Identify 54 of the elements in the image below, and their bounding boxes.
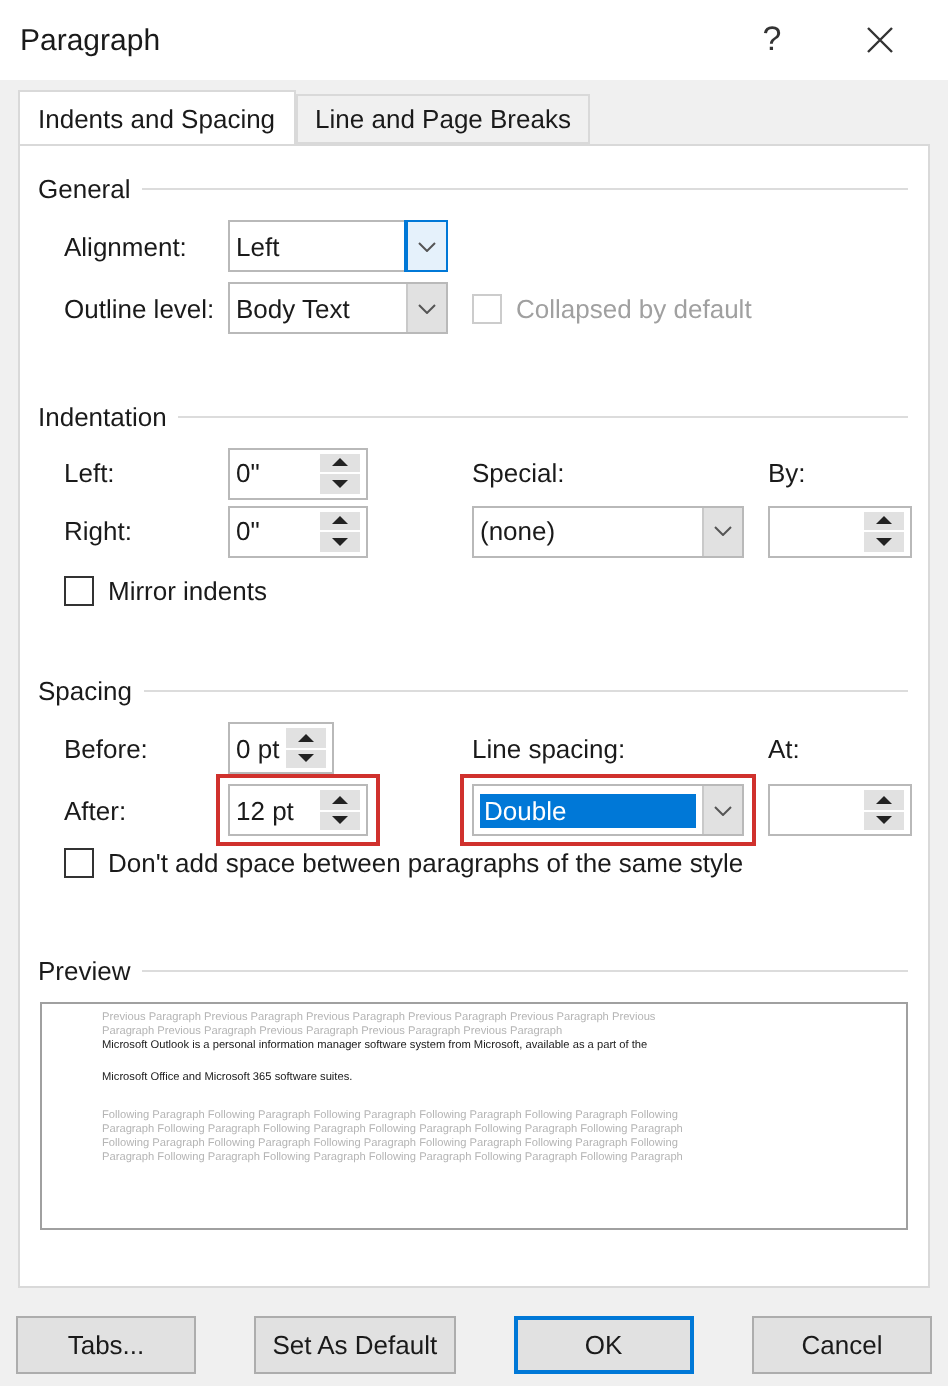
dialog-button[interactable]: Tabs... bbox=[16, 1316, 196, 1374]
section-title: General bbox=[38, 174, 131, 204]
tab[interactable]: Indents and Spacing bbox=[18, 90, 296, 144]
chevron-down-icon bbox=[418, 303, 436, 313]
field-label: At: bbox=[768, 733, 802, 763]
checkbox[interactable] bbox=[64, 847, 94, 877]
section-title: Preview bbox=[38, 956, 131, 986]
up-arrow-icon[interactable] bbox=[332, 795, 348, 804]
dropdown[interactable]: Body Text bbox=[228, 282, 448, 334]
up-arrow-icon[interactable] bbox=[876, 795, 892, 804]
down-arrow-icon[interactable] bbox=[332, 537, 348, 546]
up-arrow-icon[interactable] bbox=[332, 516, 348, 525]
section-title: Indentation bbox=[38, 402, 167, 432]
close-icon bbox=[866, 26, 894, 54]
field-label: Before: bbox=[64, 733, 150, 763]
field-label: Special: bbox=[472, 458, 567, 488]
window-title: Paragraph bbox=[20, 23, 163, 57]
down-arrow-icon[interactable] bbox=[876, 816, 892, 825]
chevron-down-icon bbox=[418, 241, 436, 251]
up-arrow-icon[interactable] bbox=[876, 516, 892, 525]
spin-field[interactable]: 0 pt bbox=[228, 722, 334, 774]
checkbox[interactable] bbox=[64, 575, 94, 605]
dialog-button[interactable]: Set As Default bbox=[254, 1316, 456, 1374]
spin-field[interactable]: 12 pt bbox=[228, 784, 368, 836]
dialog-button[interactable]: Cancel bbox=[752, 1316, 932, 1374]
down-arrow-icon[interactable] bbox=[332, 479, 348, 488]
down-arrow-icon[interactable] bbox=[297, 754, 314, 763]
spin-field[interactable] bbox=[768, 784, 912, 836]
section-title: Spacing bbox=[38, 676, 132, 706]
dialog-button[interactable]: OK bbox=[513, 1316, 694, 1374]
up-arrow-icon[interactable] bbox=[332, 458, 348, 467]
chevron-down-icon bbox=[714, 526, 732, 536]
field-label: By: bbox=[768, 458, 808, 488]
field-label: Left: bbox=[64, 458, 117, 488]
up-arrow-icon[interactable] bbox=[297, 733, 314, 742]
tab[interactable]: Line and Page Breaks bbox=[295, 94, 591, 144]
checkbox-label: Mirror indents bbox=[108, 575, 267, 605]
spin-field[interactable]: 0" bbox=[228, 447, 368, 499]
down-arrow-icon[interactable] bbox=[332, 816, 348, 825]
field-label: Alignment: bbox=[64, 231, 189, 261]
field-label: Outline level: bbox=[64, 293, 217, 323]
dropdown[interactable]: Left bbox=[228, 220, 448, 272]
dropdown[interactable]: (none) bbox=[472, 505, 744, 557]
spin-field[interactable]: 0" bbox=[228, 505, 368, 557]
down-arrow-icon[interactable] bbox=[876, 537, 892, 546]
checkbox-label: Don't add space between paragraphs of the same style bbox=[108, 847, 744, 877]
dropdown[interactable]: Double bbox=[472, 784, 744, 836]
chevron-down-icon bbox=[714, 805, 732, 815]
help-button[interactable]: ? bbox=[732, 10, 812, 70]
field-label: Line spacing: bbox=[472, 733, 628, 763]
field-label: After: bbox=[64, 795, 129, 825]
spin-field[interactable] bbox=[768, 505, 912, 557]
field-label: Right: bbox=[64, 516, 134, 546]
checkbox-label: Collapsed by default bbox=[516, 293, 752, 323]
